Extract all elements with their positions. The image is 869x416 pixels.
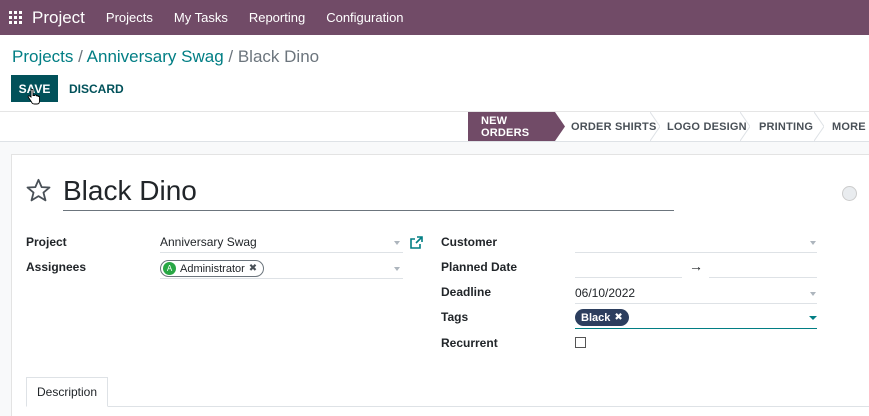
breadcrumb-separator: / (73, 47, 87, 66)
remove-tag-icon[interactable]: ✖ (249, 263, 257, 274)
project-label: Project (26, 235, 67, 249)
stage-label: PRINTING (759, 120, 814, 133)
assignees-dropdown-caret[interactable] (394, 267, 400, 271)
stage-printing[interactable]: PRINTING (759, 112, 813, 141)
tags-field[interactable] (575, 328, 817, 329)
customer-field-underline (575, 252, 817, 253)
tags-label: Tags (441, 310, 469, 324)
tab-label: Description (36, 385, 98, 399)
external-link-icon[interactable] (410, 236, 423, 249)
hand-cursor-icon (27, 89, 40, 105)
deadline-field[interactable]: 06/10/2022 (575, 286, 635, 300)
deadline-field-underline (575, 303, 817, 304)
stage-statusbar: NEW ORDERS ORDER SHIRTS LOGO DESIGN PRIN… (0, 112, 869, 142)
kanban-state-indicator[interactable] (842, 186, 857, 201)
breadcrumb-anniversary-swag[interactable]: Anniversary Swag (87, 47, 224, 66)
project-field-underline (160, 252, 403, 253)
tab-bar (26, 406, 869, 407)
stage-label: LOGO DESIGN (667, 120, 747, 133)
menu-projects[interactable]: Projects (106, 10, 153, 25)
stage-logo-design[interactable]: LOGO DESIGN (667, 112, 747, 141)
stage-arrow-icon (555, 112, 565, 141)
menu-configuration[interactable]: Configuration (326, 10, 403, 25)
star-icon[interactable] (25, 177, 52, 204)
customer-label: Customer (441, 235, 498, 249)
project-dropdown-caret[interactable] (394, 241, 400, 245)
stage-label: NEW ORDERS (481, 114, 530, 139)
breadcrumb-current: Black Dino (237, 47, 320, 66)
tag-black: Black ✖ (575, 309, 629, 326)
deadline-dropdown-caret[interactable] (810, 292, 816, 296)
stage-arrow-icon (814, 112, 824, 141)
assignee-name: Administrator (180, 262, 245, 275)
stage-arrow-icon (650, 112, 660, 141)
recurrent-label: Recurrent (441, 336, 498, 350)
tag-label: Black (581, 311, 611, 324)
top-navbar: Project Projects My Tasks Reporting Conf… (0, 0, 869, 35)
apps-menu-icon[interactable] (9, 11, 22, 24)
tags-dropdown-caret[interactable] (809, 316, 817, 320)
assignees-label: Assignees (26, 260, 87, 274)
tab-description[interactable]: Description (26, 377, 108, 407)
app-brand[interactable]: Project (32, 8, 85, 28)
remove-tag-icon[interactable]: ✖ (614, 312, 622, 323)
assignees-field[interactable] (160, 278, 403, 279)
breadcrumb: Projects / Anniversary Swag / Black Dino (12, 47, 319, 67)
task-title-input[interactable]: Black Dino (63, 175, 674, 211)
deadline-label: Deadline (441, 285, 492, 299)
customer-dropdown-caret[interactable] (810, 241, 816, 245)
stage-new-orders[interactable]: NEW ORDERS (468, 112, 555, 141)
breadcrumb-projects[interactable]: Projects (12, 47, 73, 66)
menu-reporting[interactable]: Reporting (249, 10, 305, 25)
stage-order-shirts[interactable]: ORDER SHIRTS (571, 112, 657, 141)
breadcrumb-separator: / (223, 47, 238, 66)
stage-more-dropdown[interactable]: MORE (832, 112, 869, 141)
control-panel: Projects / Anniversary Swag / Black Dino… (0, 35, 869, 112)
discard-button[interactable]: DISCARD (69, 82, 124, 96)
project-field[interactable]: Anniversary Swag (160, 235, 257, 249)
planned-date-start-field[interactable] (575, 277, 682, 278)
planned-date-label: Planned Date (441, 260, 518, 274)
stage-label: ORDER SHIRTS (571, 120, 657, 133)
planned-date-end-field[interactable] (709, 277, 817, 278)
assignee-tag: A Administrator ✖ (160, 260, 265, 277)
recurrent-checkbox[interactable] (575, 337, 586, 348)
avatar: A (163, 262, 176, 275)
stage-label: MORE (832, 120, 866, 133)
date-range-arrow-icon: → (689, 258, 703, 274)
stage-arrow-icon (740, 112, 750, 141)
menu-my-tasks[interactable]: My Tasks (174, 10, 228, 25)
